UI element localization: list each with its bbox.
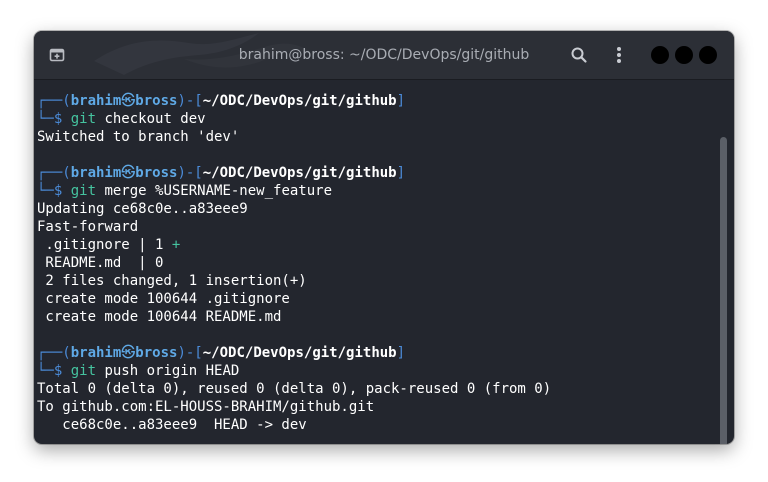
prompt-host: bross xyxy=(135,93,178,109)
output-line: Fast-forward xyxy=(37,219,139,235)
command-args: checkout dev xyxy=(96,111,206,127)
kebab-menu-icon xyxy=(617,47,621,63)
prompt-line: ┌──(brahim㉿bross)-[~/ODC/DevOps/git/gith… xyxy=(37,92,717,110)
output-line: create mode 100644 .gitignore xyxy=(37,291,290,307)
command-name: git xyxy=(70,183,97,199)
prompt-user: brahim xyxy=(70,345,122,361)
prompt-symbol: └─$ xyxy=(37,363,71,379)
minimize-button[interactable] xyxy=(651,46,669,64)
command-args: merge %USERNAME-new_feature xyxy=(96,183,333,199)
prompt-host: bross xyxy=(135,165,178,181)
output-line: .gitignore | 1 + xyxy=(37,236,717,254)
output-line: Updating ce68c0e..a83eee9 xyxy=(37,201,248,217)
prompt-host: bross xyxy=(135,345,178,361)
prompt-line: ┌──(brahim㉿bross)-[~/ODC/DevOps/git/gith… xyxy=(37,164,717,182)
prompt-at-symbol: ㉿ xyxy=(121,345,136,361)
diffstat-text: .gitignore | 1 xyxy=(37,237,172,253)
prompt-at-symbol: ㉿ xyxy=(121,165,136,181)
output-line: ce68c0e..a83eee9 HEAD -> dev xyxy=(37,417,307,433)
command-line: └─$ git merge %USERNAME-new_feature xyxy=(37,182,717,200)
prompt-frame: )-[ xyxy=(177,345,203,361)
title-bar[interactable]: brahim@bross: ~/ODC/DevOps/git/github xyxy=(34,31,734,80)
prompt-symbol: └─$ xyxy=(37,183,71,199)
prompt-frame: ┌──( xyxy=(37,165,71,181)
new-tab-icon xyxy=(49,48,65,62)
prompt-path: ~/ODC/DevOps/git/github xyxy=(202,345,397,361)
prompt-symbol: └─$ xyxy=(37,111,71,127)
command-line: └─$ git push origin HEAD xyxy=(37,362,717,380)
prompt-user: brahim xyxy=(70,93,122,109)
prompt-user: brahim xyxy=(70,165,122,181)
prompt-frame: )-[ xyxy=(177,93,203,109)
command-name: git xyxy=(70,363,97,379)
search-icon xyxy=(571,47,587,63)
output-line: To github.com:EL-HOUSS-BRAHIM/github.git xyxy=(37,399,375,415)
prompt-frame: ] xyxy=(396,93,406,109)
new-tab-button[interactable] xyxy=(49,47,65,63)
output-line: Total 0 (delta 0), reused 0 (delta 0), p… xyxy=(37,381,552,397)
prompt-path: ~/ODC/DevOps/git/github xyxy=(202,165,397,181)
prompt-line: ┌──(brahim㉿bross)-[~/ODC/DevOps/git/gith… xyxy=(37,344,717,362)
prompt-at-symbol: ㉿ xyxy=(121,93,136,109)
menu-button[interactable] xyxy=(611,45,627,65)
maximize-button[interactable] xyxy=(675,46,693,64)
prompt-frame: ┌──( xyxy=(37,93,71,109)
prompt-frame: ┌──( xyxy=(37,345,71,361)
search-button[interactable] xyxy=(569,45,589,65)
prompt-frame: ] xyxy=(396,165,406,181)
command-line: └─$ git checkout dev xyxy=(37,110,717,128)
prompt-frame: )-[ xyxy=(177,165,203,181)
output-line: 2 files changed, 1 insertion(+) xyxy=(37,273,307,289)
prompt-path: ~/ODC/DevOps/git/github xyxy=(202,93,397,109)
terminal-window: brahim@bross: ~/ODC/DevOps/git/github ┌─… xyxy=(34,31,734,444)
close-button[interactable] xyxy=(699,46,717,64)
output-line: create mode 100644 README.md xyxy=(37,309,282,325)
window-title: brahim@bross: ~/ODC/DevOps/git/github xyxy=(238,47,530,63)
diffstat-plus: + xyxy=(171,237,181,253)
scrollbar[interactable] xyxy=(720,137,727,444)
terminal-output[interactable]: ┌──(brahim㉿bross)-[~/ODC/DevOps/git/gith… xyxy=(34,80,734,444)
prompt-frame: ] xyxy=(396,345,406,361)
output-line: README.md | 0 xyxy=(37,255,164,271)
output-line: Switched to branch 'dev' xyxy=(37,129,240,145)
command-name: git xyxy=(70,111,97,127)
command-args: push origin HEAD xyxy=(96,363,240,379)
